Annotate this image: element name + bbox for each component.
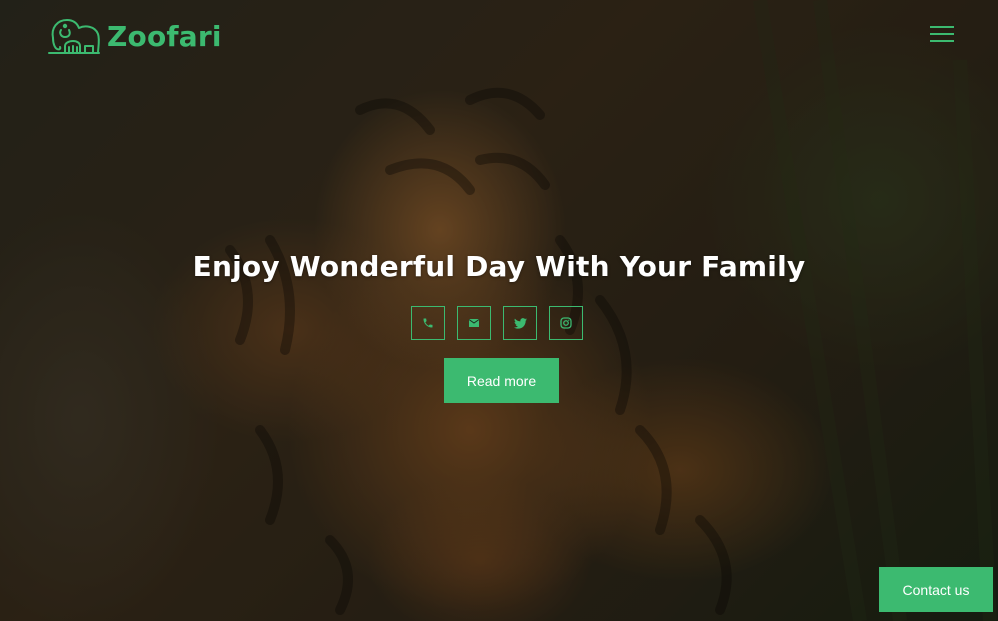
twitter-button[interactable] — [503, 306, 537, 340]
hamburger-menu-line — [930, 40, 954, 42]
brand-name: Zoofari — [107, 19, 222, 53]
social-links — [411, 306, 583, 340]
instagram-icon — [560, 317, 572, 329]
elephant-icon — [47, 16, 101, 56]
brand-logo[interactable]: Zoofari — [47, 16, 222, 56]
hamburger-menu-button[interactable] — [927, 22, 957, 46]
instagram-button[interactable] — [549, 306, 583, 340]
email-button[interactable] — [457, 306, 491, 340]
page: Zoofari Enjoy Wonderful Day With Your Fa… — [0, 0, 998, 621]
hamburger-menu-line — [930, 33, 954, 35]
hero-title: Enjoy Wonderful Day With Your Family — [192, 250, 806, 283]
hamburger-menu-icon — [930, 26, 954, 28]
twitter-icon — [513, 317, 527, 329]
read-more-button[interactable]: Read more — [444, 358, 559, 403]
envelope-icon — [468, 318, 480, 328]
phone-icon — [422, 317, 434, 329]
phone-button[interactable] — [411, 306, 445, 340]
contact-us-button[interactable]: Contact us — [879, 567, 993, 612]
